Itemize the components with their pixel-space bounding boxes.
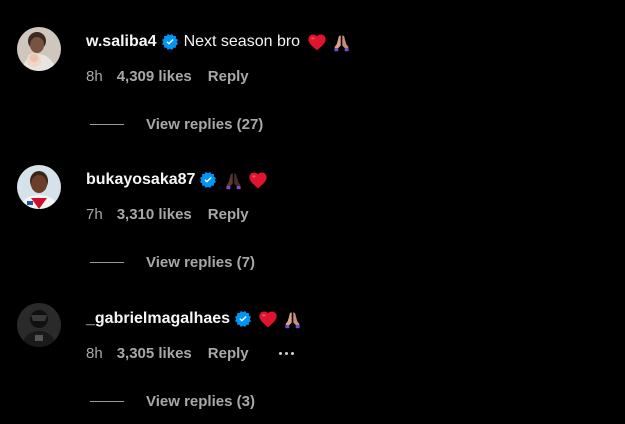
avatar[interactable] bbox=[17, 165, 61, 209]
heart-icon bbox=[308, 34, 326, 51]
heart-icon bbox=[249, 172, 267, 189]
view-replies-button[interactable]: View replies (3) bbox=[90, 391, 255, 411]
avatar[interactable] bbox=[17, 303, 61, 347]
praying-hands-icon bbox=[332, 33, 351, 52]
timestamp: 7h bbox=[86, 205, 103, 223]
reply-button[interactable]: Reply bbox=[208, 345, 249, 362]
comment-emojis bbox=[224, 171, 267, 190]
view-replies-label: View replies (7) bbox=[146, 253, 255, 271]
view-replies-label: View replies (3) bbox=[146, 392, 255, 410]
avatar[interactable] bbox=[17, 27, 61, 71]
heart-icon bbox=[259, 311, 277, 328]
reply-button[interactable]: Reply bbox=[208, 206, 249, 223]
view-replies-button[interactable]: View replies (7) bbox=[90, 252, 255, 272]
likes-count[interactable]: 3,305 likes bbox=[117, 345, 192, 362]
replies-divider bbox=[90, 261, 124, 263]
likes-count[interactable]: 4,309 likes bbox=[117, 68, 192, 85]
comment-item: bukayosaka87 7h 3,310 likes Reply View r… bbox=[0, 138, 625, 276]
comment-meta: 8h 4,309 likes Reply bbox=[86, 66, 249, 86]
verified-badge-icon bbox=[235, 311, 251, 327]
view-replies-label: View replies (27) bbox=[146, 115, 264, 133]
comment-item: _gabrielmagalhaes 8h 3,305 likes Reply V… bbox=[0, 276, 625, 414]
timestamp: 8h bbox=[86, 67, 103, 85]
comment-text: Next season bro bbox=[183, 33, 301, 50]
comment-emojis bbox=[259, 310, 302, 329]
likes-count[interactable]: 3,310 likes bbox=[117, 206, 192, 223]
view-replies-button[interactable]: View replies (27) bbox=[90, 114, 263, 134]
comment-emojis bbox=[308, 33, 351, 52]
comment-item: w.saliba4 Next season bro 8h 4,309 likes… bbox=[0, 0, 625, 138]
more-options-icon[interactable] bbox=[278, 351, 294, 355]
praying-hands-icon bbox=[224, 171, 243, 190]
verified-badge-icon bbox=[162, 34, 178, 50]
replies-divider bbox=[90, 123, 124, 125]
comment-header: bukayosaka87 bbox=[86, 168, 267, 192]
comment-meta: 8h 3,305 likes Reply bbox=[86, 343, 294, 363]
username[interactable]: w.saliba4 bbox=[86, 33, 157, 51]
comment-header: _gabrielmagalhaes bbox=[86, 307, 302, 331]
reply-button[interactable]: Reply bbox=[208, 68, 249, 85]
replies-divider bbox=[90, 400, 124, 402]
comment-meta: 7h 3,310 likes Reply bbox=[86, 204, 249, 224]
verified-badge-icon bbox=[200, 172, 216, 188]
username[interactable]: _gabrielmagalhaes bbox=[86, 310, 230, 328]
username[interactable]: bukayosaka87 bbox=[86, 171, 195, 189]
praying-hands-icon bbox=[283, 310, 302, 329]
comment-header: w.saliba4 Next season bro bbox=[86, 30, 351, 54]
timestamp: 8h bbox=[86, 344, 103, 362]
